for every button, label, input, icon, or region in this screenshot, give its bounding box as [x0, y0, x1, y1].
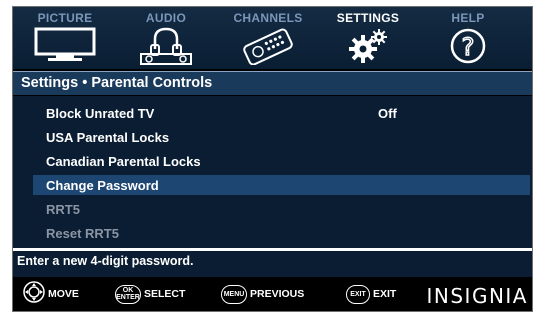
- brand-logo: INSIGNIA: [426, 284, 528, 308]
- previous-hint: MENU PREVIOUS: [221, 284, 304, 304]
- dpad-icon: [23, 280, 45, 308]
- move-label: MOVE: [48, 288, 79, 300]
- move-hint: MOVE: [23, 280, 79, 304]
- ok-key-text: OK: [122, 287, 134, 294]
- tv-menu: PICTURE AUDIO CHANNELS SETTINGS HELP ? S…: [12, 6, 533, 312]
- settings-panel: Settings • Parental Controls Block Unrat…: [13, 71, 532, 278]
- exit-key-icon: EXIT: [346, 284, 370, 304]
- speaker-icon: [135, 27, 197, 70]
- tv-icon: [34, 27, 96, 68]
- tab-help-label: HELP: [451, 11, 485, 25]
- menu-item-canadian-parental-locks[interactable]: Canadian Parental Locks: [33, 151, 530, 171]
- menu-item-label: Change Password: [46, 178, 159, 193]
- tab-help[interactable]: HELP ?: [418, 7, 518, 69]
- menu-item-usa-parental-locks[interactable]: USA Parental Locks: [33, 127, 530, 147]
- select-hint: OK ENTER SELECT: [115, 284, 185, 304]
- menu-key-icon: MENU: [221, 284, 247, 304]
- tab-channels-label: CHANNELS: [233, 11, 303, 25]
- tab-settings-label: SETTINGS: [336, 11, 400, 25]
- remote-icon: [237, 27, 299, 70]
- menu-item-label: Canadian Parental Locks: [46, 154, 201, 169]
- menu-item-label: Reset RRT5: [46, 226, 119, 241]
- svg-text:?: ?: [462, 33, 475, 61]
- select-label: SELECT: [144, 288, 186, 300]
- footer-bar: MOVE OK ENTER SELECT MENU PREVIOUS EXIT …: [13, 277, 532, 311]
- tab-audio-label: AUDIO: [145, 11, 187, 25]
- hint-text: Enter a new 4-digit password.: [17, 254, 194, 268]
- menu-item-rrt5[interactable]: RRT5: [33, 199, 530, 219]
- panel-title-bar: Settings • Parental Controls: [13, 72, 532, 96]
- tab-picture-label: PICTURE: [37, 11, 93, 25]
- tab-picture[interactable]: PICTURE: [15, 7, 115, 69]
- hint-bar: Enter a new 4-digit password.: [13, 251, 532, 273]
- ok-enter-key-icon: OK ENTER: [115, 284, 141, 304]
- menu-item-label: Block Unrated TV: [46, 106, 155, 121]
- question-icon: ?: [437, 27, 499, 70]
- page-title: Settings • Parental Controls: [21, 75, 213, 91]
- exit-hint: EXIT EXIT: [346, 284, 396, 304]
- exit-label: EXIT: [373, 288, 397, 300]
- menu-item-label: RRT5: [46, 202, 80, 217]
- tab-channels[interactable]: CHANNELS: [218, 7, 318, 69]
- menu-item-block-unrated-tv[interactable]: Block Unrated TV Off: [33, 103, 530, 123]
- gears-icon: [337, 27, 399, 70]
- menu-item-change-password[interactable]: Change Password: [33, 175, 530, 195]
- tab-audio[interactable]: AUDIO: [116, 7, 216, 69]
- menu-item-label: USA Parental Locks: [46, 130, 170, 145]
- tab-bar: PICTURE AUDIO CHANNELS SETTINGS HELP ?: [13, 7, 532, 71]
- menu-item-reset-rrt5[interactable]: Reset RRT5: [33, 223, 530, 243]
- menu-item-value: Off: [378, 106, 397, 121]
- enter-key-text: ENTER: [116, 294, 140, 301]
- screen: PICTURE AUDIO CHANNELS SETTINGS HELP ? S…: [0, 0, 543, 316]
- previous-label: PREVIOUS: [250, 288, 305, 300]
- tab-settings[interactable]: SETTINGS: [318, 7, 418, 69]
